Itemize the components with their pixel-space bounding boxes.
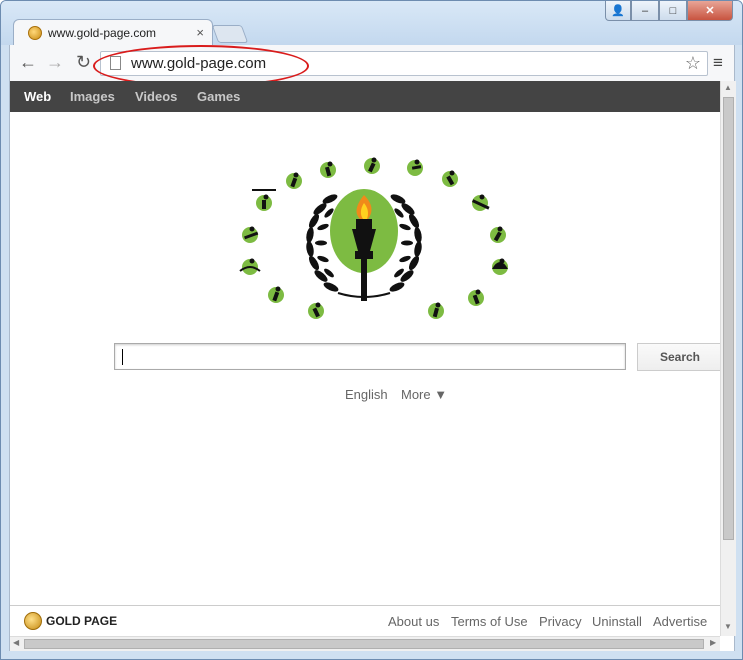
browser-tab[interactable]: www.gold-page.com × xyxy=(13,19,213,46)
tab-close-icon[interactable]: × xyxy=(196,25,204,40)
footer-about-link[interactable]: About us xyxy=(388,614,439,629)
search-button[interactable]: Search xyxy=(637,343,723,371)
footer-uninstall-link[interactable]: Uninstall xyxy=(592,614,642,629)
address-bar[interactable]: www.gold-page.com ☆ xyxy=(100,51,708,76)
scroll-down-arrow-icon[interactable]: ▼ xyxy=(724,622,732,631)
footer-terms-link[interactable]: Terms of Use xyxy=(451,614,528,629)
footer-brand: GOLD PAGE xyxy=(46,614,118,628)
language-english-link[interactable]: English xyxy=(345,387,388,402)
user-icon[interactable]: 👤 xyxy=(605,1,631,21)
back-arrow-icon[interactable]: ← xyxy=(19,53,37,71)
scroll-left-arrow-icon[interactable]: ◀ xyxy=(13,638,19,647)
search-input[interactable] xyxy=(114,343,626,370)
scroll-right-arrow-icon[interactable]: ▶ xyxy=(710,638,716,647)
olympic-torch-logo-icon xyxy=(239,157,508,319)
minimize-button[interactable]: – xyxy=(631,1,659,21)
language-more-dropdown[interactable]: More ▼ xyxy=(401,387,447,402)
nav-videos[interactable]: Videos xyxy=(135,89,177,104)
browser-toolbar: ← → ↻ www.gold-page.com ☆ ≡ xyxy=(9,45,735,81)
vertical-scrollbar[interactable]: ▲ ▼ xyxy=(720,81,736,636)
horizontal-scrollbar[interactable]: ◀ ▶ xyxy=(10,636,720,651)
gold-coin-favicon-icon xyxy=(28,26,42,40)
nav-images[interactable]: Images xyxy=(70,89,115,104)
page-footer: GOLD PAGE About us Terms of Use Privacy … xyxy=(10,605,720,636)
vertical-scroll-thumb[interactable] xyxy=(723,97,734,540)
nav-games[interactable]: Games xyxy=(197,89,240,104)
text-caret xyxy=(122,349,123,365)
page-viewport: Web Images Videos Games Search English M… xyxy=(9,81,736,651)
bookmark-star-icon[interactable]: ☆ xyxy=(685,53,701,74)
horizontal-scroll-thumb[interactable] xyxy=(24,639,704,649)
url-text[interactable]: www.gold-page.com xyxy=(131,55,266,72)
site-nav-bar: Web Images Videos Games xyxy=(10,81,720,112)
browser-window: www.gold-page.com × 👤 – □ ✕ ← → ↻ www.go… xyxy=(0,0,743,660)
scroll-up-arrow-icon[interactable]: ▲ xyxy=(724,83,732,92)
reload-icon[interactable]: ↻ xyxy=(76,53,91,71)
footer-advertise-link[interactable]: Advertise xyxy=(653,614,707,629)
maximize-button[interactable]: □ xyxy=(659,1,687,21)
new-tab-button[interactable] xyxy=(211,25,249,43)
forward-arrow-icon[interactable]: → xyxy=(46,53,64,71)
title-bar: www.gold-page.com × 👤 – □ ✕ xyxy=(1,1,742,46)
nav-web[interactable]: Web xyxy=(24,89,51,104)
chrome-menu-icon[interactable]: ≡ xyxy=(713,53,723,73)
gold-coin-logo-icon xyxy=(24,612,42,630)
close-window-button[interactable]: ✕ xyxy=(687,1,733,21)
tab-title: www.gold-page.com xyxy=(48,26,157,40)
page-icon xyxy=(110,56,121,70)
footer-privacy-link[interactable]: Privacy xyxy=(539,614,582,629)
